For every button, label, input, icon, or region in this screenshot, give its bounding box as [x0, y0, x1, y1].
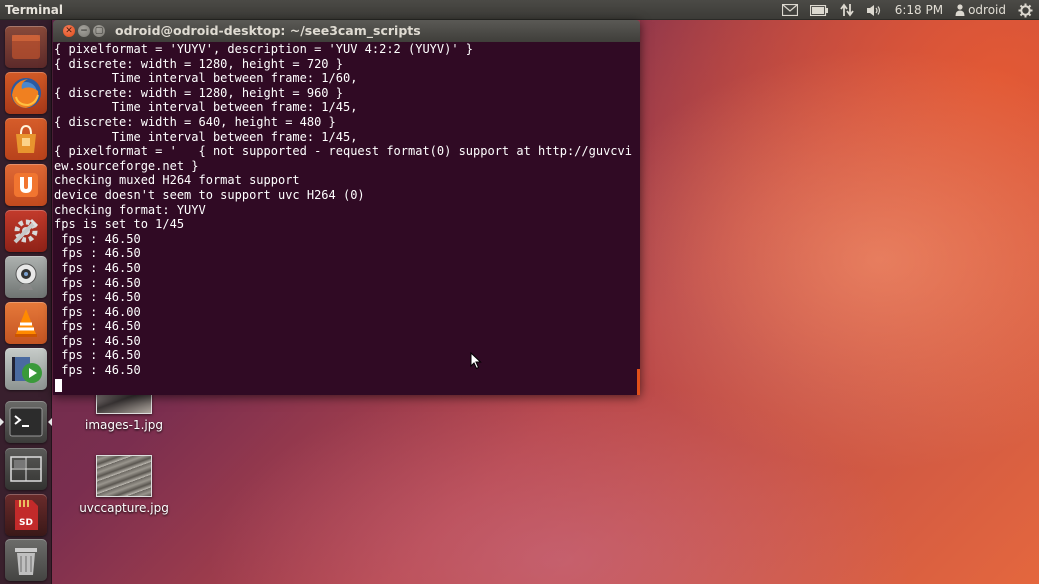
vlc-icon: [15, 309, 37, 337]
resize-handle[interactable]: [637, 369, 640, 395]
user-menu[interactable]: odroid: [955, 0, 1006, 20]
terminal-line: fps : 46.50: [54, 363, 141, 378]
terminal-line: { discrete: width = 1280, height = 720 }: [54, 56, 343, 71]
ubuntu-one-icon: [14, 173, 38, 197]
battery-icon[interactable]: [809, 0, 828, 20]
ubuntu-one-launcher[interactable]: [5, 164, 47, 206]
video-player-launcher[interactable]: [5, 348, 47, 390]
dash-home-button[interactable]: [5, 26, 47, 68]
terminal-line: { pixelformat = 'YUYV', description = 'Y…: [54, 42, 474, 56]
clock[interactable]: 6:18 PM: [895, 0, 943, 20]
terminal-line: fps is set to 1/45: [54, 217, 185, 232]
launcher: SD: [0, 20, 52, 584]
webcam-launcher[interactable]: [5, 256, 47, 298]
top-panel: Terminal 6:18 PM odroid: [0, 0, 1039, 20]
person-icon: [955, 4, 965, 16]
terminal-line: ew.sourceforge.net }: [54, 158, 199, 173]
running-indicator: [0, 418, 4, 426]
maximize-button[interactable]: ▢: [93, 25, 105, 37]
network-arrows-icon[interactable]: [839, 0, 854, 20]
firefox-icon: [11, 78, 41, 108]
desktop-file-label: images-1.jpg: [85, 418, 163, 432]
text-cursor: [55, 378, 62, 392]
active-app-title: Terminal: [5, 3, 64, 17]
system-settings-launcher[interactable]: [5, 210, 47, 252]
terminal-output[interactable]: { pixelformat = 'YUYV', description = 'Y…: [53, 42, 640, 395]
terminal-line: { pixelformat = ' { not supported - requ…: [54, 144, 632, 159]
minimize-button[interactable]: −: [78, 25, 90, 37]
indicator-area: 6:18 PM odroid: [781, 0, 1033, 20]
terminal-line: fps : 46.50: [54, 319, 141, 334]
mouse-pointer-icon: [470, 352, 482, 370]
shopping-bag-icon: [16, 124, 36, 153]
webcam-icon: [15, 263, 37, 290]
vlc-launcher[interactable]: [5, 302, 47, 344]
terminal-line: fps : 46.50: [54, 231, 141, 246]
trash-launcher[interactable]: [5, 539, 47, 581]
terminal-line: fps : 46.50: [54, 275, 141, 290]
terminal-line: Time interval between frame: 1/60,: [54, 71, 358, 86]
terminal-line: checking muxed H264 format support: [54, 173, 300, 188]
terminal-line: fps : 46.00: [54, 304, 141, 319]
trash-icon: [15, 548, 37, 575]
close-button[interactable]: ✕: [63, 25, 75, 37]
svg-text:SD: SD: [19, 518, 33, 528]
terminal-line: fps : 46.50: [54, 348, 141, 363]
terminal-line: Time interval between frame: 1/45,: [54, 129, 358, 144]
image-thumbnail: [96, 455, 152, 497]
terminal-line: fps : 46.50: [54, 260, 141, 275]
terminal-icon: [9, 407, 43, 437]
terminal-line: checking format: YUYV: [54, 202, 206, 217]
terminal-line: fps : 46.50: [54, 290, 141, 305]
video-play-icon: [12, 357, 42, 383]
sd-card-launcher[interactable]: SD: [5, 494, 47, 536]
workspace-switcher-launcher[interactable]: [5, 448, 47, 490]
workspace-icon: [10, 456, 42, 482]
terminal-line: { discrete: width = 640, height = 480 }: [54, 114, 336, 129]
gear-icon[interactable]: [1018, 0, 1033, 20]
firefox-launcher[interactable]: [5, 72, 47, 114]
focused-indicator: [48, 418, 52, 426]
desktop-file-label: uvccapture.jpg: [79, 501, 169, 515]
terminal-line: { discrete: width = 1280, height = 960 }: [54, 85, 343, 100]
window-title: odroid@odroid-desktop: ~/see3cam_scripts: [115, 23, 421, 38]
window-titlebar[interactable]: ✕ − ▢ odroid@odroid-desktop: ~/see3cam_s…: [53, 20, 640, 42]
terminal-line: device doesn't seem to support uvc H264 …: [54, 187, 365, 202]
sd-card-icon: SD: [15, 500, 38, 530]
terminal-prompt-line[interactable]: [53, 378, 640, 393]
dash-icon: [12, 35, 40, 59]
settings-icon: [13, 218, 39, 244]
desktop-file-uvccapture[interactable]: uvccapture.jpg: [79, 455, 169, 515]
terminal-line: fps : 46.50: [54, 246, 141, 261]
speaker-icon[interactable]: [866, 0, 883, 20]
terminal-launcher[interactable]: [5, 401, 47, 443]
terminal-line: Time interval between frame: 1/45,: [54, 100, 358, 115]
envelope-icon[interactable]: [781, 0, 798, 20]
software-center-launcher[interactable]: [5, 118, 47, 160]
terminal-window[interactable]: ✕ − ▢ odroid@odroid-desktop: ~/see3cam_s…: [53, 20, 640, 395]
username: odroid: [968, 3, 1006, 17]
terminal-line: fps : 46.50: [54, 333, 141, 348]
